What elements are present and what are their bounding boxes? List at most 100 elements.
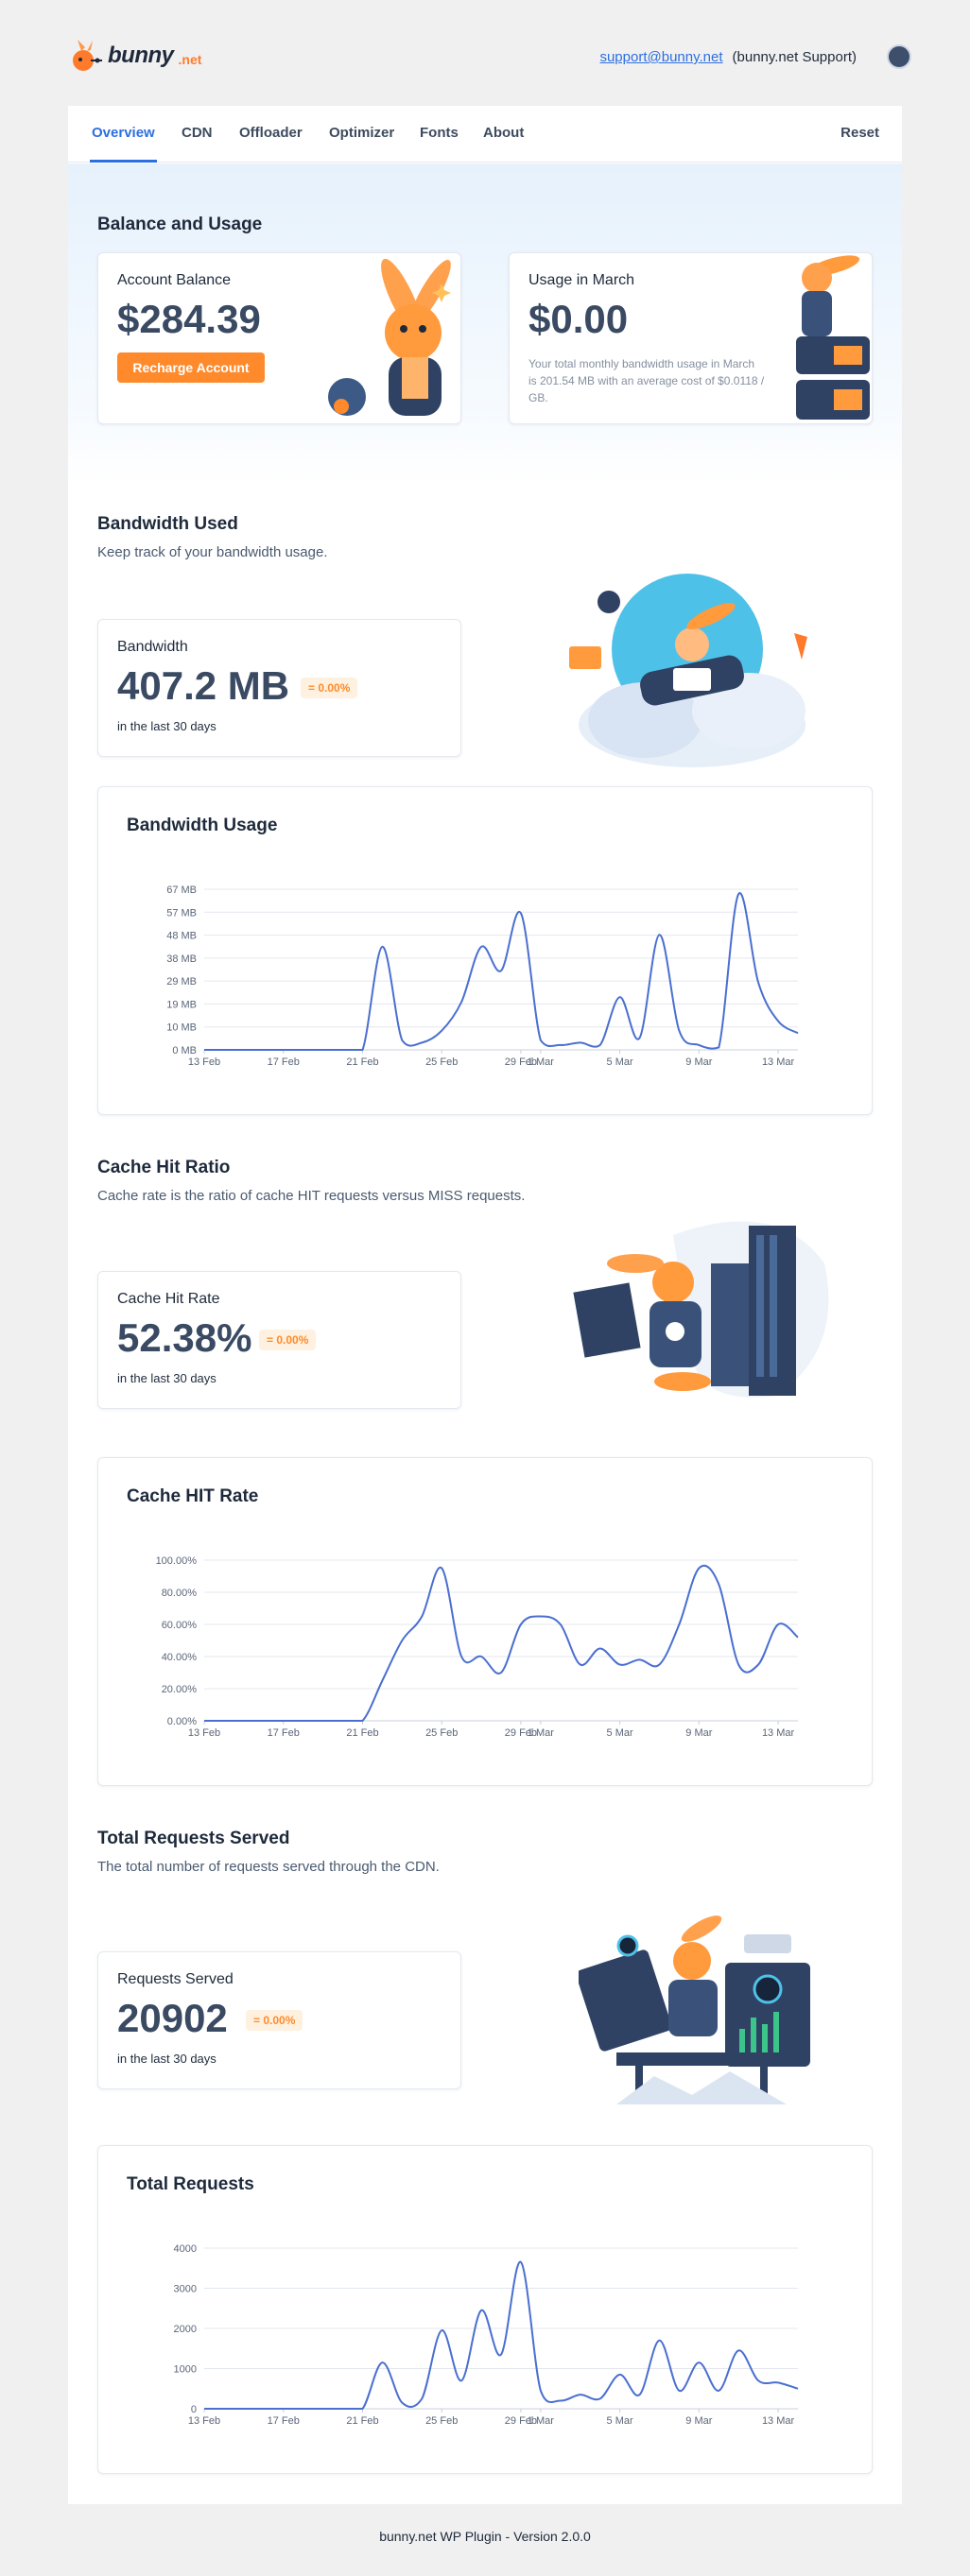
x-tick-label: 21 Feb [346, 1727, 378, 1739]
cache-period: in the last 30 days [117, 1371, 217, 1385]
y-tick-label: 3000 [174, 2284, 197, 2295]
x-tick-label: 13 Mar [762, 2415, 795, 2427]
tab-bar: Overview CDN Offloader Optimizer Fonts A… [68, 106, 902, 163]
tab-overview[interactable]: Overview [90, 125, 157, 163]
usage-card: Usage in March $0.00 Your total monthly … [509, 252, 873, 424]
bandwidth-stat-card: Bandwidth 407.2 MB = 0.00% in the last 3… [97, 619, 461, 757]
y-tick-label: 29 MB [166, 976, 197, 987]
x-tick-label: 21 Feb [346, 2415, 378, 2427]
bunny-dashboard-desk-illustration [579, 1915, 810, 2104]
x-tick-label: 13 Mar [762, 1727, 795, 1739]
bunny-piggy-illustration [328, 258, 451, 416]
x-tick-label: 5 Mar [607, 1727, 633, 1739]
balance-title: Balance and Usage [97, 215, 263, 234]
x-tick-label: 25 Feb [425, 1056, 458, 1068]
y-tick-label: 80.00% [162, 1588, 198, 1599]
y-tick-label: 38 MB [166, 953, 197, 965]
bandwidth-title: Bandwidth Used [97, 514, 238, 534]
x-tick-label: 25 Feb [425, 1727, 458, 1739]
requests-chart: 0 1000 2000 3000 4000 13 Feb 17 Feb 21 Feb 25 Fe… [174, 2243, 799, 2427]
cache-subtitle: Cache rate is the ratio of cache HIT req… [97, 1188, 526, 1204]
user-avatar[interactable] [887, 44, 911, 69]
requests-subtitle: The total number of requests served thro… [97, 1859, 440, 1875]
bandwidth-subtitle: Keep track of your bandwidth usage. [97, 544, 328, 560]
cache-label: Cache Hit Rate [117, 1291, 220, 1307]
cache-chart-card: Cache HIT Rate 0.00% 20.00% 40.00% 60.00% 80… [97, 1457, 873, 1786]
series-line [204, 892, 799, 1051]
tab-fonts[interactable]: Fonts [420, 125, 459, 141]
tab-cdn[interactable]: CDN [182, 125, 213, 141]
y-tick-label: 19 MB [166, 999, 197, 1010]
recharge-account-button[interactable]: Recharge Account [117, 352, 265, 383]
cache-chart: 0.00% 20.00% 40.00% 60.00% 80.00% 100.00% 13 F… [156, 1555, 799, 1739]
y-tick-label: 4000 [174, 2243, 197, 2255]
bunny-cloud-laptop-illustration [569, 574, 807, 767]
y-tick-label: 1000 [174, 2364, 197, 2376]
y-tick-label: 48 MB [166, 931, 197, 942]
x-tick-label: 13 Mar [762, 1056, 795, 1068]
x-tick-label: 21 Feb [346, 1056, 378, 1068]
main-panel: Overview CDN Offloader Optimizer Fonts A… [68, 106, 902, 2504]
account-balance-card: Account Balance $284.39 Recharge Account [97, 252, 461, 424]
tab-offloader[interactable]: Offloader [239, 125, 303, 141]
brand-tld: .net [178, 52, 202, 67]
series-line [204, 2260, 799, 2410]
bunny-logo-icon [73, 40, 102, 71]
support-name: (bunny.net Support) [732, 49, 857, 65]
cache-stat-card: Cache Hit Rate 52.38% = 0.00% in the las… [97, 1271, 461, 1409]
requests-value: 20902 [117, 1996, 228, 2040]
tab-optimizer[interactable]: Optimizer [329, 125, 394, 141]
series-line [204, 1564, 799, 1722]
x-tick-label: 13 Feb [188, 2415, 220, 2427]
account-balance-value: $284.39 [117, 297, 261, 341]
bunny-server-rack-illustration [573, 1221, 829, 1398]
support-info: support@bunny.net (bunny.net Support) [599, 49, 857, 65]
bunny-server-illustration [796, 255, 870, 420]
balance-section: Balance and Usage Account Balance $284.3… [68, 163, 902, 485]
x-tick-label: 17 Feb [268, 2415, 300, 2427]
bandwidth-chart-card: Bandwidth Usage 0 MB 10 MB 19 MB 29 MB 38 MB… [97, 786, 873, 1115]
y-tick-label: 67 MB [166, 884, 197, 896]
requests-stat-card: Requests Served 20902 = 0.00% in the las… [97, 1951, 461, 2089]
x-tick-label: 1 Mar [528, 1727, 554, 1739]
x-tick-label: 25 Feb [425, 2415, 458, 2427]
x-tick-label: 5 Mar [607, 1056, 633, 1068]
cache-value: 52.38% [117, 1315, 252, 1360]
requests-title: Total Requests Served [97, 1829, 290, 1848]
usage-description: Your total monthly bandwidth usage in Ma… [528, 357, 765, 404]
bandwidth-value: 407.2 MB [117, 663, 290, 708]
bunny-logo[interactable]: bunny .net [68, 38, 201, 74]
bandwidth-change-badge: = 0.00% [301, 678, 358, 698]
x-tick-label: 1 Mar [528, 1056, 554, 1068]
top-bar: bunny .net support@bunny.net (bunny.net … [0, 0, 970, 106]
bandwidth-chart: 0 MB 10 MB 19 MB 29 MB 38 MB 48 MB 57 MB 67 MB 1… [166, 884, 799, 1068]
reset-button[interactable]: Reset [840, 125, 879, 141]
bandwidth-label: Bandwidth [117, 639, 188, 655]
requests-period: in the last 30 days [117, 2052, 217, 2066]
account-balance-label: Account Balance [117, 272, 232, 288]
requests-change-badge: = 0.00% [246, 2010, 303, 2031]
x-tick-label: 17 Feb [268, 1056, 300, 1068]
bandwidth-period: in the last 30 days [117, 719, 217, 733]
tab-about[interactable]: About [483, 125, 524, 141]
y-tick-label: 0.00% [167, 1716, 197, 1727]
support-email-link[interactable]: support@bunny.net [599, 49, 722, 65]
requests-chart-card: Total Requests 0 1000 2000 3000 4000 13 Feb 17… [97, 2145, 873, 2474]
y-tick-label: 10 MB [166, 1022, 197, 1034]
x-tick-label: 9 Mar [685, 1056, 712, 1068]
cache-title: Cache Hit Ratio [97, 1158, 231, 1177]
x-tick-label: 13 Feb [188, 1727, 220, 1739]
cache-change-badge: = 0.00% [259, 1330, 317, 1350]
y-tick-label: 2000 [174, 2324, 197, 2335]
usage-value: $0.00 [528, 297, 629, 341]
x-tick-label: 9 Mar [685, 1727, 712, 1739]
y-tick-label: 60.00% [162, 1620, 198, 1631]
y-tick-label: 20.00% [162, 1684, 198, 1695]
footer-version: bunny.net WP Plugin - Version 2.0.0 [379, 2529, 591, 2544]
usage-label: Usage in March [528, 272, 635, 288]
x-tick-label: 5 Mar [607, 2415, 633, 2427]
y-tick-label: 0 MB [172, 1045, 197, 1056]
requests-label: Requests Served [117, 1971, 234, 1987]
x-tick-label: 17 Feb [268, 1727, 300, 1739]
brand-name: bunny [108, 43, 174, 68]
